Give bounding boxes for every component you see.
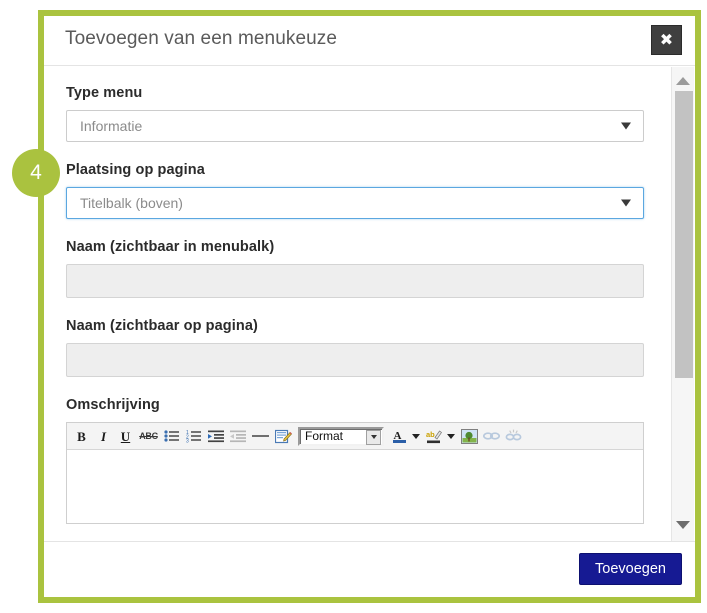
insert-image-icon[interactable] <box>459 426 480 447</box>
increase-indent-icon[interactable] <box>205 426 226 447</box>
svg-text:ab: ab <box>426 430 435 439</box>
strikethrough-icon[interactable]: ABC <box>137 426 160 447</box>
bulleted-list-icon[interactable] <box>161 426 182 447</box>
insert-link-icon <box>481 426 502 447</box>
format-dropdown-label: Format <box>305 429 344 443</box>
field-label-naam-pagina: Naam (zichtbaar op pagina) <box>66 318 258 334</box>
rich-text-editor: B I U ABC 1 2 3 Format A ab <box>66 422 644 524</box>
field-label-omschrijving: Omschrijving <box>66 397 160 413</box>
step-badge-number: 4 <box>30 161 42 184</box>
dialog-inner: Toevoegen van een menukeuze ✖ Type menu … <box>44 16 695 597</box>
naam-menubalk-input[interactable] <box>66 264 644 298</box>
italic-icon[interactable]: I <box>93 426 114 447</box>
field-plaatsing: Plaatsing op pagina Titelbalk (boven) <box>66 162 644 219</box>
format-dropdown[interactable]: Format <box>298 426 384 446</box>
highlight-color-icon[interactable]: ab <box>424 426 445 447</box>
field-omschrijving: Omschrijving B I U ABC 1 2 3 Format A ab <box>66 397 644 524</box>
scrollbar-thumb[interactable] <box>675 91 693 378</box>
field-label-plaatsing: Plaatsing op pagina <box>66 162 205 178</box>
close-button[interactable]: ✖ <box>651 25 682 55</box>
dialog-title: Toevoegen van een menukeuze <box>65 28 338 49</box>
select-plaatsing[interactable]: Titelbalk (boven) <box>66 187 644 219</box>
form-container: Type menu Informatie Plaatsing op pagina… <box>44 67 666 541</box>
field-naam-pagina: Naam (zichtbaar op pagina) <box>66 318 644 377</box>
text-color-dropdown-icon[interactable] <box>412 433 420 439</box>
underline-icon[interactable]: U <box>115 426 136 447</box>
scroll-down-arrow-icon[interactable] <box>672 515 694 535</box>
chevron-down-icon <box>621 199 631 207</box>
decrease-indent-icon <box>227 426 248 447</box>
unlink-icon <box>503 426 524 447</box>
step-badge: 4 <box>12 149 60 197</box>
dialog-body: Type menu Informatie Plaatsing op pagina… <box>44 67 695 541</box>
close-icon: ✖ <box>659 30 674 49</box>
dialog-header: Toevoegen van een menukeuze ✖ <box>44 16 695 66</box>
numbered-list-icon[interactable]: 1 2 3 <box>183 426 204 447</box>
field-type-menu: Type menu Informatie <box>66 85 644 142</box>
select-plaatsing-value: Titelbalk (boven) <box>80 195 183 211</box>
chevron-down-icon <box>621 122 631 130</box>
select-type-menu[interactable]: Informatie <box>66 110 644 142</box>
add-menu-item-dialog: Toevoegen van een menukeuze ✖ Type menu … <box>38 10 701 603</box>
editor-toolbar: B I U ABC 1 2 3 Format A ab <box>67 423 643 450</box>
field-label-naam-menubalk: Naam (zichtbaar in menubalk) <box>66 239 275 255</box>
dialog-scrollbar[interactable] <box>671 67 694 541</box>
horizontal-rule-icon[interactable] <box>249 426 272 447</box>
submit-button[interactable]: Toevoegen <box>579 553 682 585</box>
naam-pagina-input[interactable] <box>66 343 644 377</box>
field-label-type-menu: Type menu <box>66 85 143 101</box>
scroll-up-arrow-icon[interactable] <box>672 71 694 91</box>
dialog-footer: Toevoegen <box>44 541 695 597</box>
bold-icon[interactable]: B <box>71 426 92 447</box>
select-type-menu-value: Informatie <box>80 118 143 134</box>
text-color-icon[interactable]: A <box>389 426 410 447</box>
field-naam-menubalk: Naam (zichtbaar in menubalk) <box>66 239 644 298</box>
highlight-color-dropdown-icon[interactable] <box>447 433 455 439</box>
svg-text:3: 3 <box>186 439 189 444</box>
edit-source-icon[interactable] <box>273 426 294 447</box>
format-dropdown-arrow-icon <box>366 429 381 445</box>
editor-content-area[interactable] <box>67 450 643 523</box>
